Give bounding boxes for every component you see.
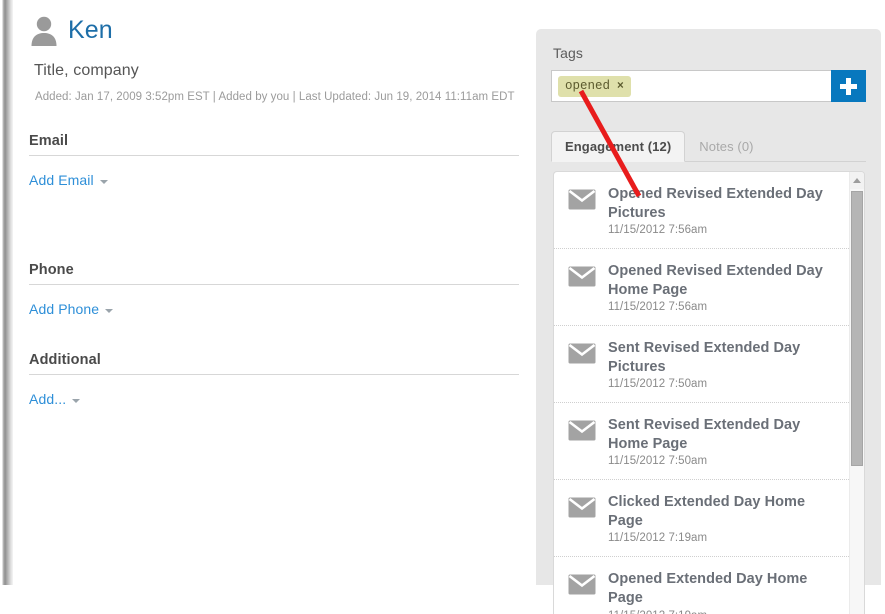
section-phone: Phone Add Phone [29, 262, 519, 319]
list-item-body: Sent Revised Extended Day Pictures 11/15… [608, 339, 839, 390]
activity-tab-bar: Engagement (12) Notes (0) [551, 130, 866, 162]
section-title-additional: Additional [29, 352, 519, 375]
envelope-icon [568, 266, 596, 287]
scrollbar-thumb[interactable] [851, 191, 863, 466]
list-item-body: Sent Revised Extended Day Home Page 11/1… [608, 416, 839, 467]
list-item-timestamp: 11/15/2012 7:19am [608, 610, 839, 614]
tags-and-activity-panel: Tags opened × Engagement (12) Notes (0) [536, 29, 881, 614]
tags-label: Tags [553, 45, 583, 61]
list-item-timestamp: 11/15/2012 7:19am [608, 532, 708, 545]
scroll-up-button[interactable] [850, 172, 864, 189]
contact-info-panel: Ken Title, company Added: Jan 17, 2009 3… [14, 0, 534, 585]
chevron-up-icon [853, 178, 861, 183]
engagement-list: Opened Revised Extended Day Pictures 11/… [554, 172, 849, 614]
tag-chip-opened: opened × [558, 75, 631, 97]
list-item-title: Sent Revised Extended Day Pictures [608, 340, 801, 375]
contact-metadata: Added: Jan 17, 2009 3:52pm EST | Added b… [35, 91, 515, 103]
section-title-email: Email [29, 133, 519, 156]
list-item-body: Opened Revised Extended Day Home Page 11… [608, 262, 839, 313]
list-item-timestamp: 11/15/2012 7:56am [608, 301, 708, 314]
list-item-body: Clicked Extended Day Home Page 11/15/201… [608, 493, 839, 544]
add-additional-button[interactable]: Add... [29, 391, 81, 407]
contact-detail-screen: Ken Title, company Added: Jan 17, 2009 3… [0, 0, 885, 614]
list-item[interactable]: Sent Revised Extended Day Home Page 11/1… [554, 403, 849, 481]
tag-chip-label: opened [565, 78, 611, 93]
engagement-list-container: Opened Revised Extended Day Pictures 11/… [553, 171, 865, 614]
envelope-icon [568, 420, 596, 441]
left-edge-shadow [0, 0, 13, 585]
engagement-list-scrollbar[interactable] [849, 172, 864, 614]
plus-icon [840, 77, 857, 95]
section-additional: Additional Add... [29, 352, 519, 409]
chevron-down-icon[interactable] [105, 309, 114, 313]
envelope-icon [568, 497, 596, 518]
section-email: Email Add Email [29, 133, 519, 190]
list-item-title: Clicked Extended Day Home Page [608, 494, 806, 529]
list-item-title: Opened Revised Extended Day Pictures [608, 186, 823, 221]
list-item-timestamp: 11/15/2012 7:50am [608, 378, 708, 391]
list-item-body: Opened Extended Day Home Page 11/15/2012… [608, 570, 839, 614]
person-avatar-icon [31, 16, 57, 46]
list-item[interactable]: Opened Revised Extended Day Pictures 11/… [554, 172, 849, 250]
list-item[interactable]: Opened Revised Extended Day Home Page 11… [554, 249, 849, 327]
add-additional-label: Add... [29, 391, 67, 407]
tab-engagement[interactable]: Engagement (12) [551, 131, 686, 162]
tag-input[interactable]: opened × [551, 70, 831, 102]
envelope-icon [568, 343, 596, 364]
envelope-icon [568, 189, 596, 210]
tab-notes[interactable]: Notes (0) [685, 131, 767, 161]
contact-subtitle: Title, company [34, 62, 139, 79]
list-item[interactable]: Clicked Extended Day Home Page 11/15/201… [554, 480, 849, 558]
chevron-down-icon[interactable] [72, 399, 81, 403]
add-email-label: Add Email [29, 172, 94, 188]
add-phone-button[interactable]: Add Phone [29, 301, 114, 317]
tag-remove-icon[interactable]: × [617, 80, 624, 92]
add-email-button[interactable]: Add Email [29, 172, 108, 188]
tag-input-row: opened × [551, 70, 866, 102]
list-item-body: Opened Revised Extended Day Pictures 11/… [608, 185, 839, 236]
add-phone-label: Add Phone [29, 301, 100, 317]
contact-header: Ken [29, 14, 113, 46]
list-item-timestamp: 11/15/2012 7:56am [608, 224, 708, 237]
add-tag-button[interactable] [831, 70, 866, 102]
chevron-down-icon[interactable] [99, 180, 108, 184]
section-title-phone: Phone [29, 262, 519, 285]
contact-name: Ken [68, 15, 113, 44]
list-item-title: Opened Extended Day Home Page [608, 571, 808, 607]
list-item-title: Opened Revised Extended Day Home Page [608, 263, 823, 298]
list-item-title: Sent Revised Extended Day Home Page [608, 417, 801, 452]
list-item[interactable]: Opened Extended Day Home Page 11/15/2012… [554, 557, 849, 614]
list-item-timestamp: 11/15/2012 7:50am [608, 455, 708, 468]
list-item[interactable]: Sent Revised Extended Day Pictures 11/15… [554, 326, 849, 404]
